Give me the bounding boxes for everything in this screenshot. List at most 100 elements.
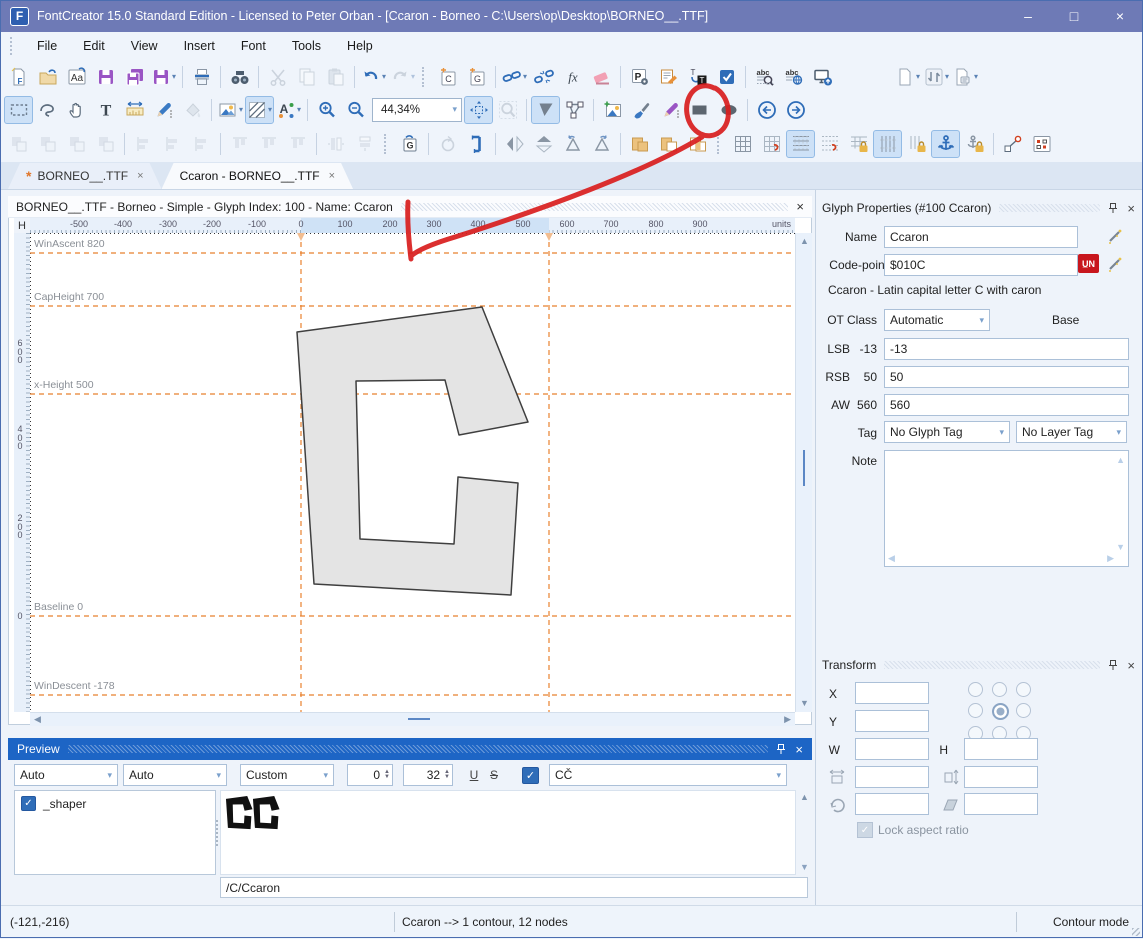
origin-radio[interactable]	[1016, 703, 1031, 718]
redo-icon[interactable]: ▾	[388, 63, 417, 91]
copy-icon[interactable]	[292, 63, 321, 91]
zoom-region-icon[interactable]	[493, 96, 522, 124]
fill-tool-icon[interactable]	[178, 96, 207, 124]
preview-feature-dropdown-2[interactable]: Auto ▾	[123, 764, 227, 786]
measure-tool-icon[interactable]	[120, 96, 149, 124]
glyph-canvas[interactable]: WinAscent 820 CapHeight 700 x-Height 500 Ba…	[30, 233, 795, 712]
pan-tool-icon[interactable]	[62, 96, 91, 124]
scroll-left-icon[interactable]: ◀	[888, 553, 895, 564]
find-glyphs-icon[interactable]	[225, 63, 254, 91]
space-equally-vertical-icon[interactable]	[350, 130, 379, 158]
horizontal-scroll-thumb[interactable]	[408, 718, 430, 720]
menu-tools[interactable]: Tools	[279, 35, 334, 57]
autonaming-icon[interactable]: abc	[750, 63, 779, 91]
remove-composite-links-icon[interactable]	[529, 63, 558, 91]
open-font-icon[interactable]	[33, 63, 62, 91]
generate-composites-icon[interactable]: ▾	[500, 63, 529, 91]
metrics-boxes-icon[interactable]	[1027, 130, 1056, 158]
bring-to-front-icon[interactable]	[91, 130, 120, 158]
color-options-icon[interactable]: A ▾	[274, 96, 303, 124]
glyph-properties-toggle-icon[interactable]: P	[625, 63, 654, 91]
preview-live-checkbox[interactable]: ✓	[522, 766, 539, 784]
panel-close-icon[interactable]: ×	[1127, 201, 1135, 216]
scroll-up-icon[interactable]: ▲	[800, 793, 809, 802]
close-button[interactable]: ×	[1097, 0, 1143, 32]
show-guidelines-icon[interactable]	[786, 130, 815, 158]
vertical-scroll-thumb[interactable]	[803, 450, 805, 486]
formula-editor-icon[interactable]: fx	[558, 63, 587, 91]
tab-glyph-edit[interactable]: Ccaron - BORNEO__.TTF ×	[162, 163, 353, 189]
scroll-right-icon[interactable]: ▶	[784, 715, 791, 724]
transform-x-input[interactable]	[855, 682, 929, 704]
undo-icon[interactable]: ▾	[359, 63, 388, 91]
rsb-input[interactable]	[884, 366, 1129, 388]
scroll-down-icon[interactable]: ▼	[1116, 542, 1125, 552]
pin-icon[interactable]	[1108, 202, 1118, 214]
skew-input[interactable]	[964, 793, 1038, 815]
flip-horizontal-icon[interactable]	[500, 130, 529, 158]
preview-path-input[interactable]: /C/Ccaron	[220, 877, 808, 898]
ot-class-dropdown[interactable]: Automatic ▾	[884, 309, 990, 331]
transform-y-input[interactable]	[855, 710, 929, 732]
lsb-input[interactable]	[884, 338, 1129, 360]
minimize-button[interactable]: –	[1005, 0, 1051, 32]
menu-insert[interactable]: Insert	[171, 35, 228, 57]
glyph-name-input[interactable]	[884, 226, 1078, 248]
rotate-cw-icon[interactable]	[587, 130, 616, 158]
weld-contours-icon[interactable]	[625, 130, 654, 158]
snap-to-guidelines-icon[interactable]	[815, 130, 844, 158]
save-all-fonts-icon[interactable]	[120, 63, 149, 91]
snap-to-grid-icon[interactable]	[757, 130, 786, 158]
lock-anchors-icon[interactable]	[960, 130, 989, 158]
note-textarea[interactable]: ▲ ▼ ◀ ▶	[884, 450, 1129, 567]
cut-icon[interactable]	[263, 63, 292, 91]
text-tool-icon[interactable]: T	[91, 96, 120, 124]
codepoints-input[interactable]	[884, 254, 1078, 276]
scroll-right-icon[interactable]: ▶	[1107, 553, 1114, 564]
scroll-left-icon[interactable]: ◀	[34, 715, 41, 724]
show-vertical-metrics-icon[interactable]	[873, 130, 902, 158]
space-equally-horizontal-icon[interactable]	[321, 130, 350, 158]
origin-radio[interactable]	[968, 682, 983, 697]
panel-close-icon[interactable]: ×	[1127, 658, 1135, 673]
maximize-button[interactable]: □	[1051, 0, 1097, 32]
lock-aspect-checkbox[interactable]: ✓	[857, 822, 873, 838]
tab-overview[interactable]: * BORNEO__.TTF ×	[8, 163, 162, 189]
align-left-icon[interactable]	[129, 130, 158, 158]
new-font-icon[interactable]: F	[4, 63, 33, 91]
shaper-checkbox[interactable]: ✓	[21, 796, 36, 811]
test-font-icon[interactable]: abc	[779, 63, 808, 91]
hatch-fill-icon[interactable]: ▾	[245, 95, 274, 124]
flip-vertical-icon[interactable]	[529, 130, 558, 158]
preview-canvas[interactable]	[220, 790, 796, 875]
letter-spacing-spinner[interactable]: 0 ▲ ▼	[347, 764, 393, 786]
rotate-input[interactable]	[855, 793, 929, 815]
edit-metrics-icon[interactable]	[654, 63, 683, 91]
shaper-list[interactable]: ✓ _shaper	[14, 790, 216, 875]
next-glyph-icon[interactable]	[781, 96, 810, 124]
scroll-down-icon[interactable]: ▼	[800, 863, 809, 872]
preview-feature-dropdown-1[interactable]: Auto ▾	[14, 764, 118, 786]
brush-tool-icon[interactable]	[627, 96, 656, 124]
point-connection-icon[interactable]	[998, 130, 1027, 158]
point-mode-icon[interactable]	[560, 96, 589, 124]
glyph-transformer-icon[interactable]: TT	[683, 63, 712, 91]
rotate-ccw-icon[interactable]	[558, 130, 587, 158]
scroll-up-icon[interactable]: ▲	[800, 237, 809, 246]
contour-mode-icon[interactable]	[531, 95, 560, 124]
unicode-icon[interactable]: U̲N	[1078, 254, 1099, 273]
new-report-icon[interactable]: ▾	[893, 63, 922, 91]
menu-font[interactable]: Font	[228, 35, 279, 57]
transform-h-input[interactable]	[964, 738, 1038, 760]
scroll-down-icon[interactable]: ▼	[800, 699, 809, 708]
lock-guidelines-icon[interactable]	[844, 130, 873, 158]
skew-tool-icon[interactable]	[462, 130, 491, 158]
scroll-up-icon[interactable]: ▲	[1116, 455, 1125, 465]
draw-rectangle-icon[interactable]	[685, 96, 714, 124]
background-image-icon[interactable]: ▾	[216, 96, 245, 124]
aw-input[interactable]	[884, 394, 1129, 416]
show-anchors-icon[interactable]	[931, 130, 960, 158]
editor-close-icon[interactable]: ×	[796, 199, 804, 214]
wand-icon[interactable]	[1106, 227, 1124, 245]
print-icon[interactable]	[187, 63, 216, 91]
